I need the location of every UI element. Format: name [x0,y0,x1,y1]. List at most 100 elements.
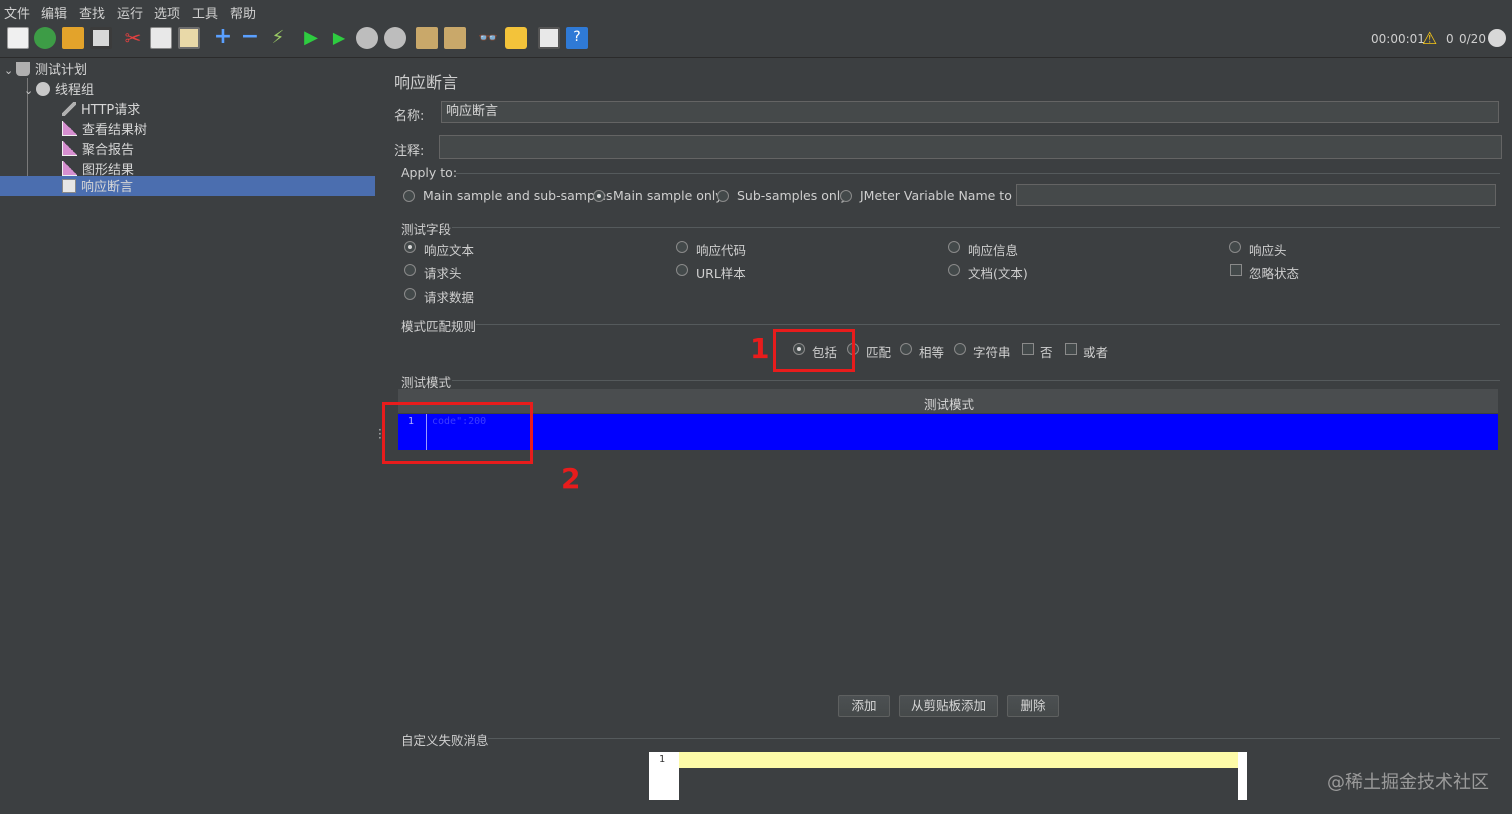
watermark: @稀土掘金技术社区 [1327,772,1489,793]
warning-count: 0 [1446,32,1454,46]
field-response-code-label: 响应代码 [696,243,747,258]
table-row[interactable]: 1 code":200 [398,414,1498,450]
tree-node-graph-results[interactable]: 图形结果 [62,159,134,178]
pattern-rules-label: 模式匹配规则 [401,319,477,334]
add-from-clipboard-button[interactable]: 从剪贴板添加 [899,695,998,717]
templates-icon[interactable] [34,27,56,49]
menu-options[interactable]: 选项 [154,3,180,22]
apply-to-label: Apply to: [401,165,458,180]
comment-input[interactable] [439,135,1502,159]
separator [476,324,1500,325]
delete-button[interactable]: 删除 [1007,695,1059,717]
field-document-label: 文档(文本) [968,266,1028,281]
cut-icon[interactable]: ✂ [122,27,144,49]
field-to-test-label: 测试字段 [401,222,452,237]
rule-substring-radio[interactable] [954,343,966,355]
menu-edit[interactable]: 编辑 [41,3,67,22]
toggle-icon[interactable]: ⚡ [267,27,289,49]
rule-equals-radio[interactable] [900,343,912,355]
elapsed-time: 00:00:01 [1371,32,1425,46]
tree-node-label: 响应断言 [81,180,134,195]
field-response-message-label: 响应信息 [968,243,1019,258]
chevron-down-icon[interactable]: ⌄ [24,84,36,97]
custom-failure-label: 自定义失败消息 [401,733,489,748]
rule-equals-label: 相等 [919,345,945,360]
menu-help[interactable]: 帮助 [230,3,256,22]
separator [452,227,1500,228]
menu-file[interactable]: 文件 [4,3,30,22]
function-helper-icon[interactable] [538,27,560,49]
comment-label: 注释: [394,144,425,159]
open-icon[interactable] [62,27,84,49]
tree-node-aggregate-report[interactable]: 聚合报告 [62,139,134,158]
apply-sub-only-radio[interactable] [717,190,729,202]
field-response-headers-label: 响应头 [1249,243,1287,258]
field-response-headers-radio[interactable] [1229,241,1241,253]
apply-variable-radio[interactable] [840,190,852,202]
copy-icon[interactable] [150,27,172,49]
ignore-status-checkbox[interactable] [1230,264,1242,276]
search-icon[interactable]: 👓 [477,27,499,49]
custom-failure-editor[interactable]: 1 [649,752,1247,800]
paste-icon[interactable] [178,27,200,49]
new-icon[interactable] [7,27,29,49]
tree-node-thread-group[interactable]: ⌄ 线程组 [24,79,94,98]
field-response-text-label: 响应文本 [424,243,475,258]
apply-main-and-sub-radio[interactable] [403,190,415,202]
ignore-status-label: 忽略状态 [1249,266,1300,281]
clear-all-icon[interactable] [444,27,466,49]
test-plan-icon [16,62,30,76]
start-icon[interactable]: ▶ [300,27,322,49]
collapse-icon[interactable]: − [239,26,261,49]
rule-not-checkbox[interactable] [1022,343,1034,355]
clear-icon[interactable] [416,27,438,49]
field-url-sampled-label: URL样本 [696,266,746,281]
annotation-number-1: 1 [750,332,770,365]
add-button[interactable]: 添加 [838,695,890,717]
custom-failure-text[interactable] [679,768,1238,800]
field-request-headers-radio[interactable] [404,264,416,276]
name-input[interactable]: 响应断言 [441,101,1499,123]
remote-globe-icon[interactable] [1488,29,1506,47]
warning-icon[interactable]: ⚠ [1422,29,1437,49]
field-response-message-radio[interactable] [948,241,960,253]
test-plan-tree: ⌄ 测试计划 ⌄ 线程组 HTTP请求 查看结果树 聚合报告 图形结果 响应断言 [0,58,376,814]
rule-or-checkbox[interactable] [1065,343,1077,355]
tree-node-label: HTTP请求 [81,103,141,118]
page-title: 响应断言 [394,73,459,92]
field-url-sampled-radio[interactable] [676,264,688,276]
apply-main-only-radio[interactable] [593,190,605,202]
tree-node-http-request[interactable]: HTTP请求 [62,99,141,118]
patterns-table-header[interactable]: 测试模式 [398,389,1498,413]
menu-tools[interactable]: 工具 [192,3,218,22]
stop-icon[interactable] [356,27,378,49]
shutdown-icon[interactable] [384,27,406,49]
http-request-pen-icon [62,102,76,116]
start-no-pause-icon[interactable]: ▶ [328,27,350,49]
field-request-headers-label: 请求头 [424,266,462,281]
expand-icon[interactable]: + [212,26,234,49]
save-icon[interactable] [90,27,112,49]
rule-substring-label: 字符串 [973,345,1011,360]
line-number: 1 [659,754,666,765]
reset-search-icon[interactable] [505,27,527,49]
variable-name-input[interactable] [1016,184,1496,206]
field-response-text-radio[interactable] [404,241,416,253]
menu-run[interactable]: 运行 [117,3,143,22]
assertion-editor: 响应断言 名称: 响应断言 注释: Apply to: Main sample … [384,58,1512,814]
separator [452,380,1500,381]
tree-node-response-assertion[interactable]: 响应断言 [0,176,375,196]
separator [456,173,1500,174]
field-response-code-radio[interactable] [676,241,688,253]
field-request-data-label: 请求数据 [424,290,475,305]
tree-node-test-plan[interactable]: ⌄ 测试计划 [4,59,87,78]
tree-node-view-results-tree[interactable]: 查看结果树 [62,119,147,138]
menu-search[interactable]: 查找 [79,3,105,22]
annotation-number-2: 2 [561,462,581,495]
name-label: 名称: [394,109,425,124]
field-request-data-radio[interactable] [404,288,416,300]
chart-listener-icon [62,141,77,156]
field-document-radio[interactable] [948,264,960,276]
help-icon[interactable]: ? [566,27,588,49]
chevron-down-icon[interactable]: ⌄ [4,64,16,77]
